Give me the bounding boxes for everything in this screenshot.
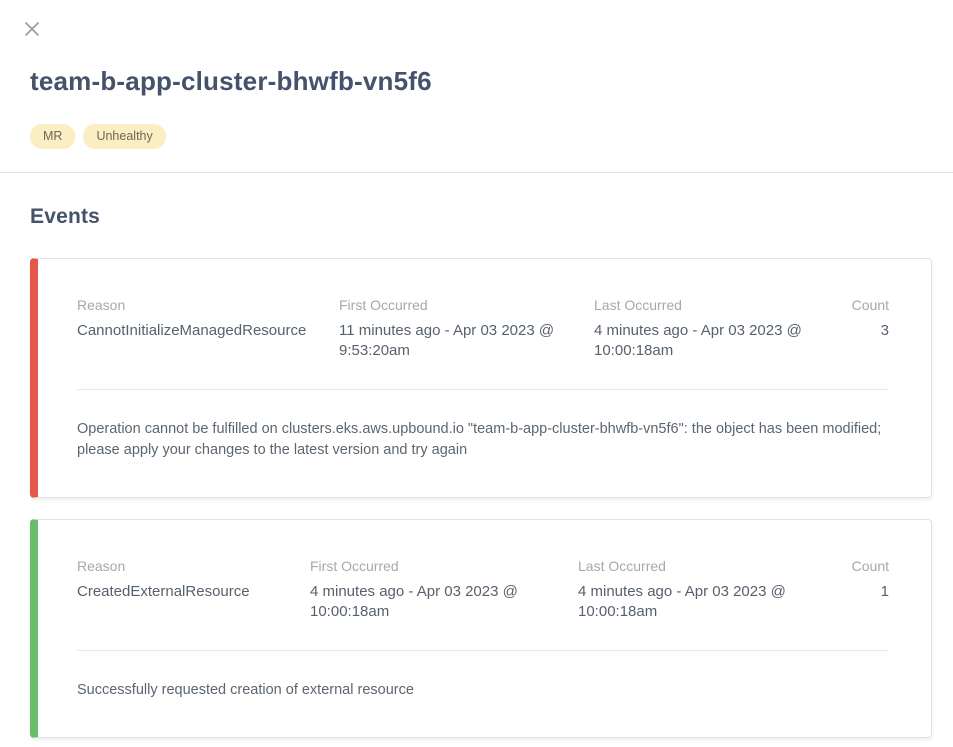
event-message-section: Successfully requested creation of exter… [77,650,889,701]
event-last-occurred: 4 minutes ago - Apr 03 2023 @ 10:00:18am [594,321,825,360]
event-count: 1 [825,582,889,621]
event-card-success: Reason First Occurred Last Occurred Coun… [30,519,932,738]
events-list: Reason First Occurred Last Occurred Coun… [30,258,932,738]
kind-badge: MR [30,124,75,149]
event-table: Reason First Occurred Last Occurred Coun… [77,558,889,621]
column-header-last-occurred: Last Occurred [594,297,825,313]
event-message: Operation cannot be fulfilled on cluster… [77,419,889,461]
column-header-last-occurred: Last Occurred [578,558,825,574]
events-section-title: Events [30,205,100,229]
close-button[interactable] [23,20,41,38]
event-message: Successfully requested creation of exter… [77,680,889,701]
event-first-occurred: 4 minutes ago - Apr 03 2023 @ 10:00:18am [310,582,578,621]
event-reason: CreatedExternalResource [77,582,310,621]
close-icon [24,21,40,37]
resource-detail-panel: team-b-app-cluster-bhwfb-vn5f6 MR Unheal… [0,0,953,747]
event-card-error: Reason First Occurred Last Occurred Coun… [30,258,932,498]
column-header-count: Count [825,558,889,574]
column-header-count: Count [825,297,889,313]
event-last-occurred: 4 minutes ago - Apr 03 2023 @ 10:00:18am [578,582,825,621]
column-header-reason: Reason [77,558,310,574]
column-header-first-occurred: First Occurred [310,558,578,574]
event-message-section: Operation cannot be fulfilled on cluster… [77,389,889,461]
column-header-reason: Reason [77,297,339,313]
page-title: team-b-app-cluster-bhwfb-vn5f6 [30,66,432,97]
column-header-first-occurred: First Occurred [339,297,594,313]
badge-row: MR Unhealthy [30,124,166,149]
event-count: 3 [825,321,889,360]
event-first-occurred: 11 minutes ago - Apr 03 2023 @ 9:53:20am [339,321,594,360]
header-divider [0,172,953,173]
health-status-badge: Unhealthy [83,124,165,149]
event-reason: CannotInitializeManagedResource [77,321,339,360]
event-table: Reason First Occurred Last Occurred Coun… [77,297,889,360]
